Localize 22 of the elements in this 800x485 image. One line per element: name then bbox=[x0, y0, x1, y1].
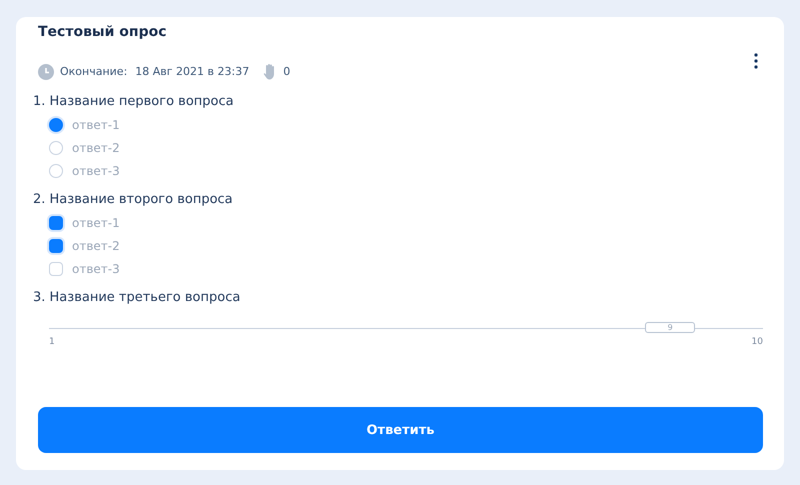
checkbox[interactable] bbox=[49, 239, 63, 253]
question-title: 1. Название первого вопроса bbox=[33, 94, 234, 109]
option-label: ответ-3 bbox=[72, 164, 120, 178]
option-label: ответ-1 bbox=[72, 118, 120, 132]
radio-button[interactable] bbox=[49, 118, 63, 132]
max-label: 10 bbox=[752, 337, 763, 347]
end-label: Окончание: bbox=[60, 65, 128, 78]
checkbox[interactable] bbox=[49, 216, 63, 230]
clock-icon bbox=[38, 64, 54, 80]
end-date: 18 Авг 2021 в 23:37 bbox=[135, 65, 250, 78]
more-menu-icon[interactable] bbox=[754, 53, 758, 69]
option-label: ответ-2 bbox=[72, 141, 120, 155]
option-label: ответ-1 bbox=[72, 216, 120, 230]
option-label: ответ-3 bbox=[72, 262, 120, 276]
min-label: 1 bbox=[49, 337, 55, 347]
vote-count: 0 bbox=[283, 65, 290, 78]
poll-title: Тестовый опрос bbox=[38, 24, 167, 40]
question-title: 3. Название третьего вопроса bbox=[33, 290, 240, 305]
option-label: ответ-2 bbox=[72, 239, 120, 253]
submit-button[interactable]: Ответить bbox=[38, 407, 763, 453]
slider-thumb[interactable]: 9 bbox=[645, 322, 696, 333]
question-title: 2. Название второго вопроса bbox=[33, 192, 233, 207]
